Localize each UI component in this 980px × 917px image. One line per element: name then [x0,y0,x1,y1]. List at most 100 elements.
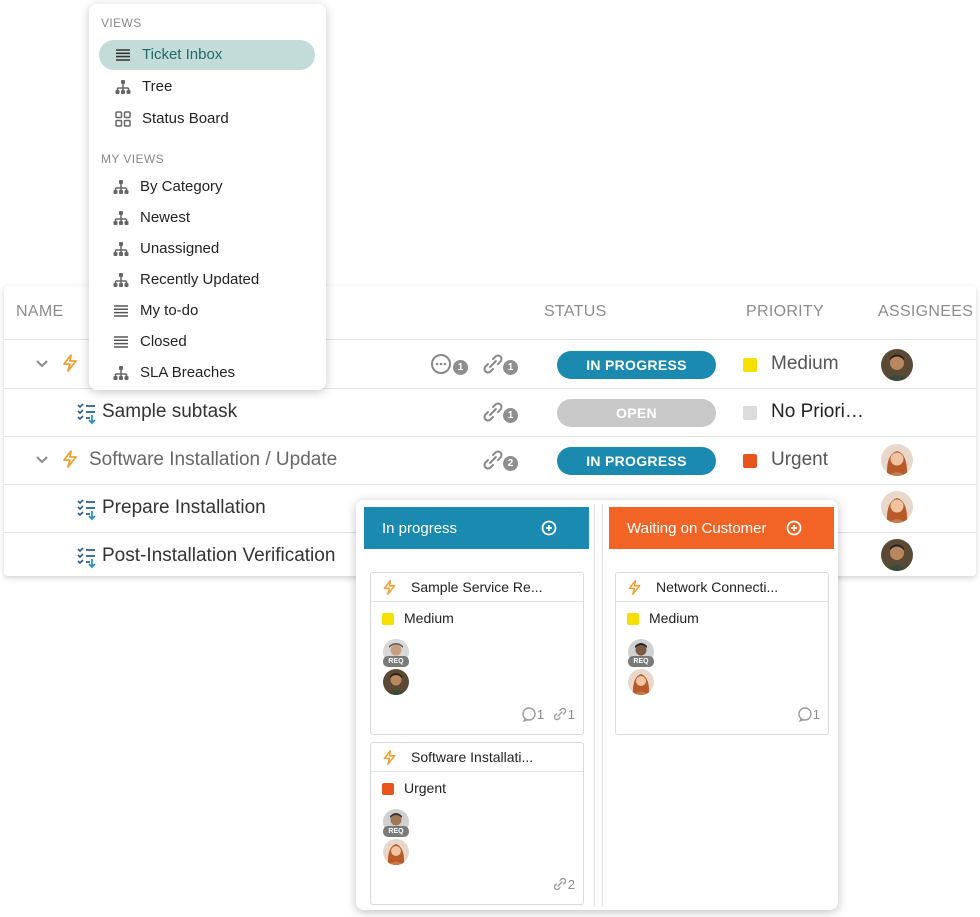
view-item-sla-breaches[interactable]: SLA Breaches [99,358,315,388]
column-divider [602,504,603,906]
column-divider [594,504,595,906]
card-title[interactable]: Network Connecti... [656,579,778,595]
row-title[interactable]: Sample subtask [102,401,237,423]
priority-indicator [743,358,757,372]
view-item-label: Ticket Inbox [142,46,223,63]
column-header-name[interactable]: NAME [16,303,63,321]
view-item-tree[interactable]: Tree [99,72,315,102]
priority-indicator [743,406,757,420]
link-icon[interactable] [482,449,504,471]
link-count: 1 [567,707,575,722]
view-item-my-to-do[interactable]: My to-do [99,296,315,326]
row-title[interactable]: Prepare Installation [102,497,266,519]
tree-icon [113,242,129,256]
view-item-unassigned[interactable]: Unassigned [99,234,315,264]
assignee-avatar[interactable] [628,669,654,695]
link-count: 2 [503,456,518,471]
comment-count: 1 [536,707,545,722]
link-icon[interactable] [482,353,504,375]
card-meta: 1 [797,706,820,723]
row-title[interactable]: Software Installation / Update [89,449,337,471]
views-heading: VIEWS [101,16,142,30]
tree-icon [113,211,129,225]
requester-tag: REQ [628,656,654,667]
priority-indicator [382,783,394,795]
view-item-label: Closed [140,333,187,350]
chevron-down-icon[interactable] [34,451,50,467]
status-badge[interactable]: OPEN [557,399,716,427]
row-title[interactable]: Post-Installation Verification [102,545,335,567]
my-views-heading: MY VIEWS [101,152,164,166]
card-meta: 2 [552,876,575,892]
ticket-icon [63,450,77,468]
ticket-icon [63,354,77,372]
assignee-avatar[interactable] [383,839,409,865]
ticket-icon [628,579,641,596]
card-header: Sample Service Re... [371,573,583,602]
priority-label[interactable]: Medium [771,353,839,375]
view-item-recently-updated[interactable]: Recently Updated [99,265,315,295]
list-icon [114,336,128,348]
view-item-status-board[interactable]: Status Board [99,104,315,134]
views-dropdown-menu: VIEWS Ticket Inbox Tree Status Board MY … [89,4,326,390]
chevron-down-icon[interactable] [34,355,50,371]
table-row[interactable]: Software Installation / Update 2 IN PROG… [4,437,976,485]
assignee-avatar[interactable] [383,669,409,695]
view-item-by-category[interactable]: By Category [99,172,315,202]
view-item-label: Status Board [142,110,229,127]
view-item-label: Unassigned [140,240,220,257]
card-priority: Medium [649,610,699,626]
ticket-icon [383,579,396,596]
board-card[interactable]: Software Installati... Urgent REQ 2 [370,742,584,905]
card-header: Network Connecti... [616,573,828,602]
subtask-icon [77,547,96,569]
priority-indicator [743,454,757,468]
column-header-in-progress[interactable]: In progress [364,507,589,549]
comment-count: 1 [812,707,820,722]
add-circle-icon[interactable] [786,520,802,536]
priority-indicator [627,613,639,625]
comment-icon[interactable] [430,353,456,375]
priority-label[interactable]: No Priori… [771,401,864,423]
column-header-assignees[interactable]: ASSIGNEES [878,303,973,321]
avatar[interactable] [881,349,913,381]
column-title: In progress [382,520,458,537]
table-row[interactable]: Sample subtask 1 OPEN No Priori… [4,389,976,437]
avatar[interactable] [881,539,913,571]
subtask-icon [77,499,96,521]
board-card[interactable]: Sample Service Re... Medium REQ 1 1 [370,572,584,735]
column-header-waiting-on-customer[interactable]: Waiting on Customer [609,507,834,549]
card-title[interactable]: Software Installati... [411,749,533,765]
ticket-icon [383,749,396,766]
link-icon[interactable] [482,401,504,423]
list-icon [114,305,128,317]
status-board: In progress Sample Service Re... Medium … [356,500,838,910]
view-item-ticket-inbox[interactable]: Ticket Inbox [99,40,315,70]
view-item-label: Tree [142,78,173,95]
view-item-newest[interactable]: Newest [99,203,315,233]
link-icon [553,877,566,891]
avatar[interactable] [881,444,913,476]
view-item-closed[interactable]: Closed [99,327,315,357]
priority-indicator [382,613,394,625]
avatar[interactable] [881,491,913,523]
priority-label[interactable]: Urgent [771,449,828,471]
status-badge[interactable]: IN PROGRESS [557,447,716,475]
tree-icon [113,180,129,194]
tree-icon [113,366,129,380]
view-item-label: By Category [140,178,223,195]
card-title[interactable]: Sample Service Re... [411,579,543,595]
tree-icon [115,80,131,94]
list-icon [116,49,130,61]
link-count: 1 [503,360,518,375]
view-item-label: Recently Updated [140,271,260,288]
link-icon [553,707,566,721]
card-priority: Medium [404,610,454,626]
status-badge[interactable]: IN PROGRESS [557,351,716,379]
card-priority: Urgent [404,780,447,796]
requester-tag: REQ [383,656,409,667]
board-card[interactable]: Network Connecti... Medium REQ 1 [615,572,829,735]
add-circle-icon[interactable] [541,520,557,536]
column-header-status[interactable]: STATUS [544,303,607,321]
column-header-priority[interactable]: PRIORITY [746,303,824,321]
